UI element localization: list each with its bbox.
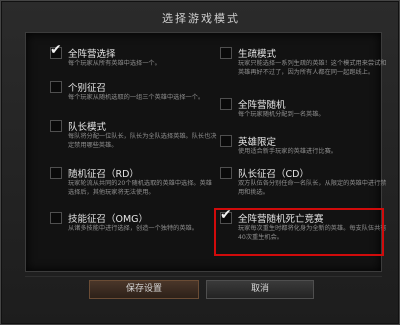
- least-played-title: 生疏模式: [238, 49, 277, 60]
- option-single-draft[interactable]: 个别征召 每个玩家从随机选取的一组三个英雄中选择一个。: [50, 80, 220, 124]
- option-captains-mode[interactable]: 队长模式 每队将分配一位队长，队长为全队选择英雄。队长也决定禁用哪些英雄。: [50, 119, 220, 163]
- ability-draft-checkbox[interactable]: [50, 212, 62, 224]
- ability-draft-desc: 从诸多技能中进行选择，创造一个独特的英雄。: [68, 225, 198, 232]
- random-draft-desc: 玩家轮流从共同的20个随机选取的英雄中选择。英雄选择后，其他玩家将无法使用。: [68, 180, 212, 196]
- footer-divider: [25, 276, 382, 277]
- save-settings-button[interactable]: 保存设置: [89, 280, 199, 299]
- dialog-title: 选择游戏模式: [162, 12, 240, 25]
- captains-draft-desc: 双方队伍各分别任命一名队长，从限定的英雄中进行禁用和挑选。: [238, 180, 387, 196]
- check-icon: ✔: [50, 42, 62, 58]
- option-captains-draft[interactable]: 队长征召（CD） 双方队伍各分别任命一名队长，从限定的英雄中进行禁用和挑选。: [220, 166, 390, 210]
- cancel-button[interactable]: 取消: [206, 280, 314, 299]
- captains-draft-checkbox[interactable]: [220, 167, 232, 179]
- single-draft-checkbox[interactable]: [50, 81, 62, 93]
- game-mode-dialog: 选择游戏模式 ✔ 全阵营选择 每个玩家从所有英雄中选择一个。 个别征召 每个玩家…: [0, 0, 400, 325]
- random-draft-title: 随机征召（RD）: [68, 169, 139, 180]
- captains-mode-checkbox[interactable]: [50, 120, 62, 132]
- option-ability-draft[interactable]: 技能征召（OMG） 从诸多技能中进行选择，创造一个独特的英雄。: [50, 211, 220, 255]
- captains-draft-title: 队长征召（CD）: [238, 169, 309, 180]
- all-pick-title: 全阵营选择: [68, 49, 116, 60]
- least-played-checkbox[interactable]: [220, 47, 232, 59]
- single-draft-title: 个别征召: [68, 83, 107, 94]
- captains-mode-desc: 每队将分配一位队长，队长为全队选择英雄。队长也决定禁用哪些英雄。: [68, 133, 217, 149]
- all-pick-checkbox[interactable]: ✔: [50, 42, 62, 59]
- least-played-desc: 玩家只能选择一系列生疏的英雄！这个模式用来尝试和英雄再好不过了，因为所有人都在同…: [238, 60, 387, 76]
- option-random-draft[interactable]: 随机征召（RD） 玩家轮流从共同的20个随机选取的英雄中选择。英雄选择后，其他玩…: [50, 166, 220, 210]
- ability-draft-title: 技能征召（OMG）: [68, 214, 149, 225]
- all-pick-desc: 每个玩家从所有英雄中选择一个。: [68, 60, 161, 67]
- option-least-played[interactable]: 生疏模式 玩家只能选择一系列生疏的英雄！这个模式用来尝试和英雄再好不过了，因为所…: [220, 46, 390, 90]
- all-random-title: 全阵营随机: [238, 100, 286, 111]
- hero-limit-title: 英雄限定: [238, 137, 277, 148]
- all-random-checkbox[interactable]: [220, 98, 232, 110]
- captains-mode-title: 队长模式: [68, 122, 107, 133]
- all-random-desc: 每个玩家随机分配到一名英雄。: [238, 111, 325, 118]
- highlight-annotation-box: [214, 208, 384, 256]
- hero-limit-checkbox[interactable]: [220, 135, 232, 147]
- hero-limit-desc: 使用适合新手玩家的英雄进行比赛。: [238, 148, 337, 155]
- random-draft-checkbox[interactable]: [50, 167, 62, 179]
- single-draft-desc: 每个玩家从随机选取的一组三个英雄中选择一个。: [68, 94, 205, 101]
